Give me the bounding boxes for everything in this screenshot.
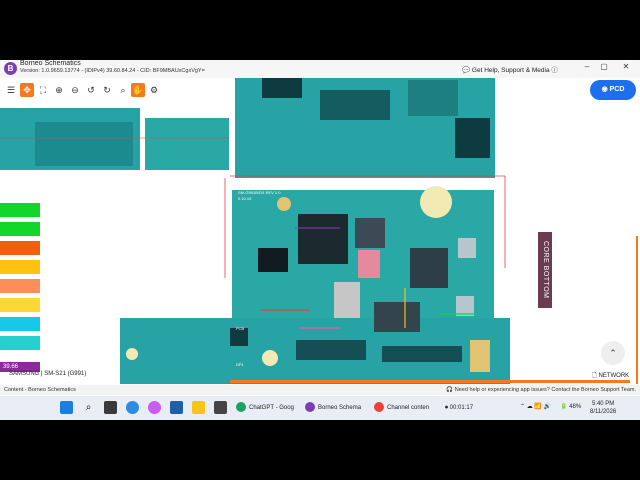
windows-start-icon[interactable]: [60, 401, 73, 414]
legend-swatch[interactable]: [0, 203, 40, 217]
help-link-label[interactable]: Get Help, Support & Media: [472, 67, 550, 74]
redo-icon[interactable]: ↻: [100, 83, 114, 97]
windows-taskbar: ⌕ ChatGPT - Goog Borneo Schema Channel c…: [0, 396, 640, 420]
vertical-scrollbar[interactable]: [636, 236, 638, 384]
core-bottom-label[interactable]: CORE BOTTOM: [538, 232, 552, 308]
board-mark-model: DAPB11101: [366, 184, 393, 190]
network-label[interactable]: NETWORK: [599, 373, 630, 379]
legend-swatch[interactable]: [0, 336, 40, 350]
title-bar: B Borneo Schematics Version: 1.0.9659.13…: [0, 60, 640, 78]
app-screen: B Borneo Schematics Version: 1.0.9659.13…: [0, 60, 640, 420]
chrome-icon: [374, 402, 384, 413]
legend-swatch[interactable]: [0, 298, 40, 312]
network-button[interactable]: 🗋 NETWORK: [592, 371, 629, 381]
clock[interactable]: 5:40 PM 8/11/2026: [590, 400, 616, 416]
pcb-board-drawing[interactable]: DAPB11101 SM-G991B/DS REV 1.0 0.10.15 PC…: [0, 78, 520, 394]
status-left: Content - Borneo Schematics: [4, 387, 76, 393]
board-section-mid-left: [145, 118, 229, 170]
zoom-out-icon[interactable]: ⊖: [68, 83, 82, 97]
legend-swatch[interactable]: [0, 241, 40, 255]
search-taskbar-icon[interactable]: ⌕: [82, 401, 95, 414]
minimize-button[interactable]: –: [580, 62, 594, 71]
pcd-label[interactable]: PCD: [610, 86, 625, 93]
status-bar: Content - Borneo Schematics 🎧 Need help …: [0, 385, 640, 395]
horizontal-scrollbar[interactable]: [230, 380, 630, 383]
status-help[interactable]: 🎧 Need help or experiencing app issues? …: [446, 387, 636, 393]
recording-timer[interactable]: ⏺ 00:01:17: [445, 401, 473, 415]
viewer-toolbar: ☰ ✥ ⛶ ⊕ ⊖ ↺ ↻ ⌕ ✋ ⚙: [0, 80, 170, 100]
taskbar-item-channel[interactable]: Channel conten: [374, 401, 429, 415]
pcb-canvas[interactable]: DAPB11101 SM-G991B/DS REV 1.0 0.10.15 PC…: [0, 78, 520, 394]
app-icon[interactable]: [214, 401, 227, 414]
search-icon[interactable]: ⌕: [116, 83, 130, 97]
clock-time: 5:40 PM: [591, 401, 615, 407]
close-button[interactable]: ✕: [619, 62, 633, 71]
legend-swatch[interactable]: [0, 260, 40, 274]
move-icon[interactable]: ✥: [20, 83, 34, 97]
battery-indicator[interactable]: 🔋 48%: [560, 403, 581, 410]
connector-block-left: [35, 122, 133, 166]
taskbar-item-label: Channel conten: [387, 405, 430, 411]
app-title: Borneo Schematics: [20, 60, 81, 67]
help-link[interactable]: 💬 Get Help, Support & Media ⓘ: [462, 64, 558, 74]
fit-icon[interactable]: ⛶: [36, 83, 50, 97]
soc-chip: [298, 214, 348, 264]
pcd-button[interactable]: ◉ PCD: [590, 80, 636, 100]
zoom-in-icon[interactable]: ⊕: [52, 83, 66, 97]
maximize-button[interactable]: ▢: [597, 62, 611, 71]
taskbar-item-label: ChatGPT - Goog: [249, 405, 294, 411]
system-tray-icons[interactable]: ⌃ ☁ 📶 🔊: [520, 403, 551, 410]
taskbar-item-label: Borneo Schema: [318, 405, 362, 411]
board-mark-dp: DP1: [236, 362, 245, 367]
app-version: Version: 1.0.9659.13774 - (IDIPv4) 39.60…: [20, 68, 205, 74]
borneo-icon: [305, 402, 315, 413]
net-color-legend: [0, 203, 40, 355]
board-mark-date: 0.10.15: [238, 196, 252, 201]
store-icon[interactable]: [170, 401, 183, 414]
timer-value: 00:01:17: [449, 405, 474, 411]
file-explorer-icon[interactable]: [192, 401, 205, 414]
app-logo-icon: B: [4, 62, 17, 75]
taskbar-item-borneo[interactable]: Borneo Schema: [305, 401, 361, 415]
board-mark-rev: SM-G991B/DS REV 1.0: [238, 190, 281, 195]
board-mark-pcb: PCB: [236, 326, 245, 331]
battery-value: 48%: [569, 404, 582, 410]
legend-swatch[interactable]: [0, 317, 40, 331]
status-help-text[interactable]: Need help or experiencing app issues? Co…: [455, 387, 636, 393]
clock-date: 8/11/2026: [590, 409, 617, 415]
settings-icon[interactable]: ⚙: [147, 83, 161, 97]
scroll-up-button[interactable]: ⌃: [601, 341, 625, 365]
edge-icon[interactable]: [126, 401, 139, 414]
device-label: SAMSUNG | SM-S21 (G991): [9, 371, 87, 377]
list-icon[interactable]: ☰: [4, 83, 18, 97]
legend-swatch[interactable]: [0, 279, 40, 293]
hand-icon[interactable]: ✋: [131, 83, 145, 97]
taskbar-item-chatgpt[interactable]: ChatGPT - Goog: [236, 401, 294, 415]
chrome-icon: [236, 402, 246, 413]
copilot-icon[interactable]: [148, 401, 161, 414]
task-view-icon[interactable]: [104, 401, 117, 414]
undo-icon[interactable]: ↺: [84, 83, 98, 97]
legend-swatch[interactable]: [0, 222, 40, 236]
